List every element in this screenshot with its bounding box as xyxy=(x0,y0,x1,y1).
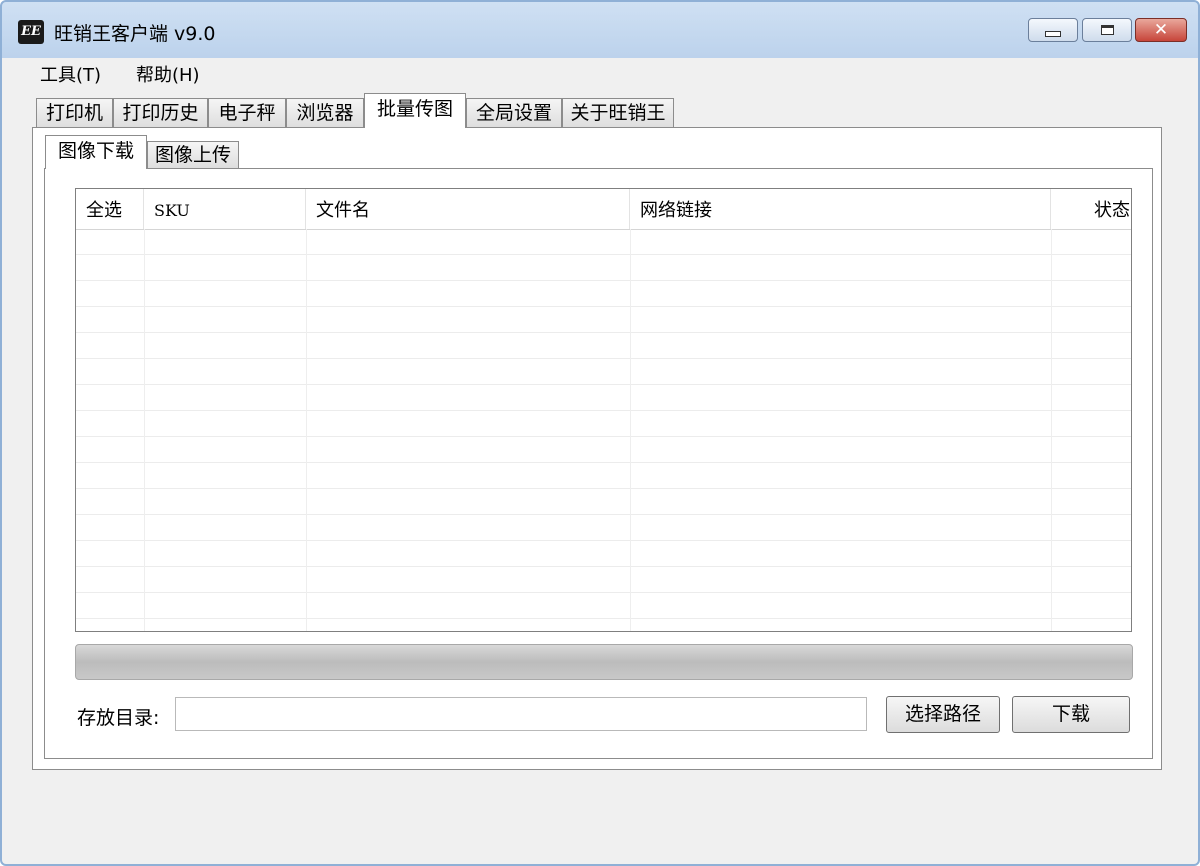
download-table[interactable]: 全选 SKU 文件名 网络链接 状态 xyxy=(75,188,1132,632)
tab-printer[interactable]: 打印机 xyxy=(36,98,113,127)
column-divider xyxy=(144,229,145,631)
tab-browser[interactable]: 浏览器 xyxy=(286,98,364,127)
save-dir-label: 存放目录: xyxy=(77,707,160,729)
maximize-button[interactable] xyxy=(1082,18,1132,42)
window-title: 旺销王客户端 v9.0 xyxy=(54,23,216,45)
header-sku[interactable]: SKU xyxy=(144,189,306,229)
tab-about[interactable]: 关于旺销王 xyxy=(562,98,674,127)
close-button[interactable]: ✕ xyxy=(1135,18,1187,42)
tab-scale[interactable]: 电子秤 xyxy=(208,98,286,127)
table-body xyxy=(76,229,1131,631)
title-bar[interactable]: EE 旺销王客户端 v9.0 ✕ xyxy=(2,2,1198,58)
menu-bar: 工具(T) 帮助(H) xyxy=(2,58,1198,88)
minimize-icon xyxy=(1045,31,1061,37)
download-progress-bar xyxy=(75,644,1133,680)
tab-image-upload[interactable]: 图像上传 xyxy=(147,141,239,168)
column-divider xyxy=(1051,229,1052,631)
close-icon: ✕ xyxy=(1153,20,1169,40)
menu-tools[interactable]: 工具(T) xyxy=(36,61,105,87)
select-path-button[interactable]: 选择路径 xyxy=(886,696,1000,733)
header-select-all[interactable]: 全选 xyxy=(76,189,144,229)
table-header: 全选 SKU 文件名 网络链接 状态 xyxy=(76,189,1131,230)
tab-batch-upload[interactable]: 批量传图 xyxy=(364,93,466,128)
tab-global-settings[interactable]: 全局设置 xyxy=(466,98,562,127)
save-dir-input[interactable] xyxy=(175,697,867,731)
column-divider xyxy=(306,229,307,631)
tab-print-history[interactable]: 打印历史 xyxy=(113,98,208,127)
header-url[interactable]: 网络链接 xyxy=(630,189,1051,229)
minimize-button[interactable] xyxy=(1028,18,1078,42)
menu-help[interactable]: 帮助(H) xyxy=(132,61,204,87)
header-status[interactable]: 状态 xyxy=(1051,189,1131,229)
maximize-icon xyxy=(1100,25,1114,35)
download-button[interactable]: 下载 xyxy=(1012,696,1130,733)
header-filename[interactable]: 文件名 xyxy=(306,189,630,229)
column-divider xyxy=(630,229,631,631)
app-logo-icon: EE xyxy=(18,20,44,44)
tab-image-download[interactable]: 图像下载 xyxy=(45,135,147,169)
